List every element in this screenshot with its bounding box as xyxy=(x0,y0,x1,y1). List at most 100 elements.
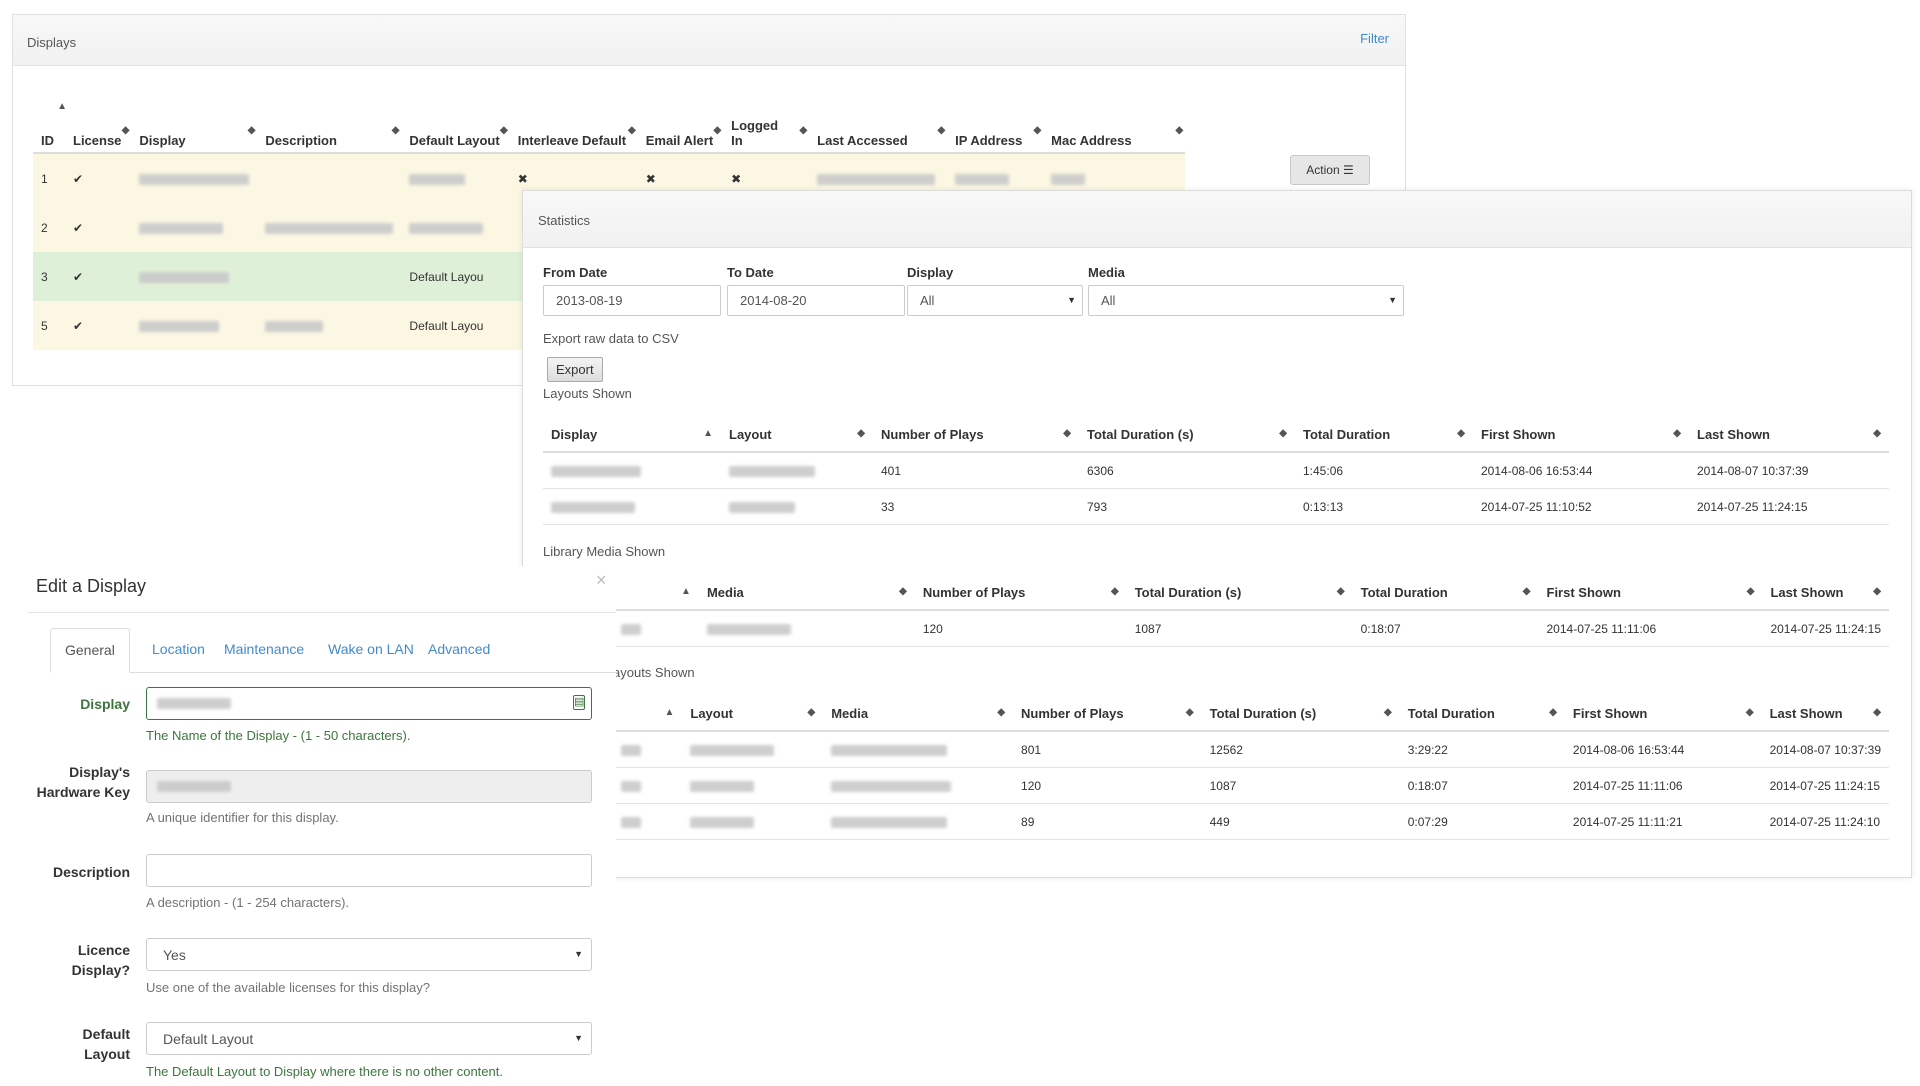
tab-maintenance[interactable]: Maintenance xyxy=(210,628,318,671)
tab-advanced[interactable]: Advanced xyxy=(414,628,504,671)
cell-description xyxy=(257,301,402,350)
table-row[interactable]: 120 1087 0:18:07 2014-07-25 11:11:06 201… xyxy=(613,767,1889,804)
col-layout[interactable]: Layout ◆ xyxy=(721,417,873,453)
media-filter-label: Media xyxy=(1088,265,1125,280)
col-license[interactable]: License ◆ xyxy=(65,97,132,154)
cell-display xyxy=(131,153,258,203)
col-description[interactable]: Description ◆ xyxy=(257,97,402,154)
col-layout[interactable]: Layout ◆ xyxy=(682,696,824,732)
col-display[interactable]: ▲ xyxy=(613,575,699,611)
tab-general[interactable]: General xyxy=(50,628,130,673)
from-date-label: From Date xyxy=(543,265,608,280)
col-mac-address[interactable]: Mac Address ◆ xyxy=(1043,97,1186,154)
modal-title: Edit a Display xyxy=(36,576,147,596)
table-row[interactable]: 33 793 0:13:13 2014-07-25 11:10:52 2014-… xyxy=(543,488,1889,525)
col-first-shown[interactable]: First Shown ◆ xyxy=(1564,696,1762,732)
check-icon: ✔ xyxy=(65,153,132,203)
licence-label: Licence Display? xyxy=(71,942,130,978)
from-date-input[interactable] xyxy=(543,285,721,316)
media-select[interactable]: All ▼ xyxy=(1088,285,1404,316)
col-email-alert[interactable]: Email Alert ◆ xyxy=(637,97,724,154)
cell-display xyxy=(131,252,258,301)
col-duration-s[interactable]: Total Duration (s) ◆ xyxy=(1079,417,1295,453)
col-plays[interactable]: Number of Plays ◆ xyxy=(1013,696,1202,732)
col-last-accessed[interactable]: Last Accessed ◆ xyxy=(809,97,948,154)
col-ip-address[interactable]: IP Address ◆ xyxy=(947,97,1044,154)
displays-panel-header: Displays Filter xyxy=(13,15,1405,66)
col-display[interactable]: Display ▲ xyxy=(543,417,721,453)
to-date-input[interactable] xyxy=(727,285,905,316)
statistics-header: Statistics xyxy=(523,191,1911,248)
cell-id: 5 xyxy=(33,301,65,350)
media-on-layouts-label: ayouts Shown xyxy=(613,665,695,680)
cell-id: 1 xyxy=(33,153,65,203)
col-plays[interactable]: Number of Plays ◆ xyxy=(914,575,1127,611)
media-on-layouts-table: ▲ Layout ◆ Media ◆ Number of Plays ◆ Total … xyxy=(613,696,1889,840)
modal-tabs: General Location Maintenance Wake on LAN… xyxy=(50,628,616,673)
to-date-label: To Date xyxy=(727,265,774,280)
col-display[interactable]: ▲ xyxy=(613,696,683,732)
tab-location[interactable]: Location xyxy=(138,628,219,671)
export-description: Export raw data to CSV xyxy=(543,331,679,346)
description-input[interactable] xyxy=(146,854,592,887)
col-first-shown[interactable]: First Shown ◆ xyxy=(1473,417,1689,453)
col-media[interactable]: Media ◆ xyxy=(698,575,915,611)
hardware-key-label: Display's Hardware Key xyxy=(36,764,130,800)
display-select[interactable]: All ▼ xyxy=(907,285,1083,316)
cell-display xyxy=(131,301,258,350)
layouts-shown-label: Layouts Shown xyxy=(543,386,632,401)
action-button[interactable]: Action ☰ xyxy=(1290,155,1370,185)
col-plays[interactable]: Number of Plays ◆ xyxy=(873,417,1079,453)
description-help: A description - (1 - 254 characters). xyxy=(146,895,350,910)
display-name-label: Display xyxy=(80,696,130,712)
col-duration[interactable]: Total Duration ◆ xyxy=(1352,575,1539,611)
default-layout-help: The Default Layout to Display where ther… xyxy=(146,1064,503,1079)
cell-default-layout: Default Layou xyxy=(401,301,510,350)
col-default-layout[interactable]: Default Layout ◆ xyxy=(401,97,510,154)
hardware-key-help: A unique identifier for this display. xyxy=(146,810,339,825)
description-label: Description xyxy=(52,864,130,880)
col-media[interactable]: Media ◆ xyxy=(823,696,1014,732)
table-row[interactable]: 120 1087 0:18:07 2014-07-25 11:11:06 201… xyxy=(613,610,1889,647)
col-display[interactable]: Display ◆ xyxy=(131,97,258,154)
col-duration-s[interactable]: Total Duration (s) ◆ xyxy=(1126,575,1353,611)
licence-select[interactable]: Yes ▼ xyxy=(146,938,592,971)
col-duration[interactable]: Total Duration ◆ xyxy=(1295,417,1473,453)
default-layout-label: Default Layout xyxy=(82,1026,130,1062)
edit-field-icon: ▤ xyxy=(573,695,585,710)
col-logged-in[interactable]: Logged In ◆ xyxy=(723,97,810,154)
default-layout-select[interactable]: Default Layout ▼ xyxy=(146,1022,592,1055)
modal-divider xyxy=(28,612,616,613)
library-media-label: Library Media Shown xyxy=(543,544,666,559)
cell-display xyxy=(131,203,258,252)
col-id[interactable]: ID ▲ xyxy=(33,97,67,154)
col-duration-s[interactable]: Total Duration (s) ◆ xyxy=(1201,696,1400,732)
check-icon: ✔ xyxy=(65,203,132,252)
col-interleave[interactable]: Interleave Default ◆ xyxy=(509,97,638,154)
display-filter-label: Display xyxy=(907,265,954,280)
col-first-shown[interactable]: First Shown ◆ xyxy=(1538,575,1763,611)
col-duration[interactable]: Total Duration ◆ xyxy=(1399,696,1565,732)
cell-description xyxy=(257,153,402,203)
col-last-shown[interactable]: Last Shown ◆ xyxy=(1689,417,1889,453)
layouts-shown-table: Display ▲ Layout ◆ Number of Plays ◆ Total … xyxy=(543,417,1889,525)
edit-display-modal: Edit a Display × General Location Mainte… xyxy=(28,566,616,1086)
caret-down-icon: ▼ xyxy=(1388,295,1397,305)
col-last-shown[interactable]: Last Shown ◆ xyxy=(1762,575,1889,611)
export-button[interactable]: Export xyxy=(547,357,603,382)
displays-title: Displays xyxy=(27,35,77,50)
table-row[interactable]: 89 449 0:07:29 2014-07-25 11:11:21 2014-… xyxy=(613,803,1889,840)
statistics-panel: Statistics From Date To Date Display All… xyxy=(522,190,1912,878)
close-icon[interactable]: × xyxy=(596,570,607,591)
tab-wake-on-lan[interactable]: Wake on LAN xyxy=(314,628,428,671)
library-media-table: ▲ Media ◆ Number of Plays ◆ Total Duration… xyxy=(613,575,1889,647)
check-icon: ✔ xyxy=(65,252,132,301)
cell-description xyxy=(257,252,402,301)
display-name-input[interactable]: ▤ xyxy=(146,687,592,720)
table-row[interactable]: 801 12562 3:29:22 2014-08-06 16:53:44 20… xyxy=(613,731,1889,768)
col-last-shown[interactable]: Last Shown ◆ xyxy=(1761,696,1889,732)
caret-down-icon: ▼ xyxy=(1067,295,1076,305)
filter-link[interactable]: Filter xyxy=(1360,31,1389,46)
cell-id: 3 xyxy=(33,252,65,301)
table-row[interactable]: 401 6306 1:45:06 2014-08-06 16:53:44 201… xyxy=(543,452,1889,489)
